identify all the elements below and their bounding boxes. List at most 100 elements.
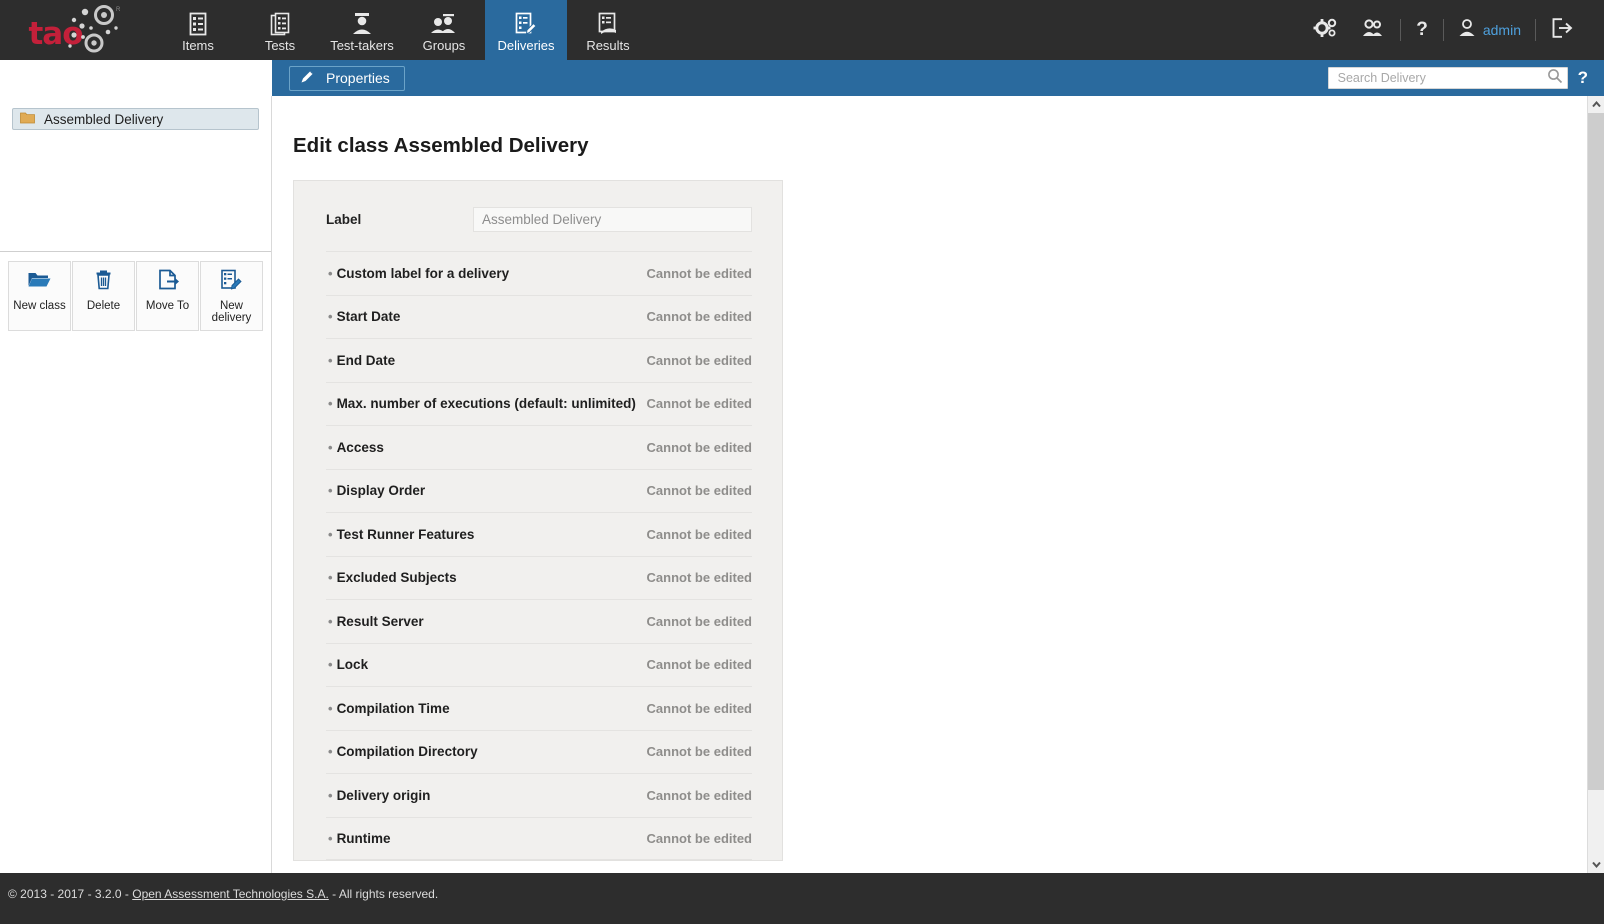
property-row: Max. number of executions (default: unli… — [326, 382, 752, 426]
move-to-button[interactable]: Move To — [136, 261, 199, 331]
property-row: Excluded Subjects Cannot be edited — [326, 556, 752, 600]
resource-tree: Assembled Delivery — [0, 96, 271, 252]
logout-icon — [1551, 18, 1573, 43]
content-area: Edit class Assembled Delivery Label Asse… — [273, 96, 1542, 873]
property-name: Result Server — [326, 614, 424, 629]
menu-item-items[interactable]: Items — [157, 0, 239, 60]
groups-icon — [429, 10, 459, 36]
nav-right-actions: ? admin — [1302, 0, 1604, 60]
property-state: Cannot be edited — [647, 570, 752, 585]
sidebar-panel: Assembled Delivery New class — [0, 96, 272, 873]
nav-divider — [1443, 19, 1444, 41]
menu-item-results[interactable]: Results — [567, 0, 649, 60]
top-navigation-bar: tao R — [0, 0, 1604, 60]
property-row: Compilation Time Cannot be edited — [326, 686, 752, 730]
help-button[interactable]: ? — [1405, 0, 1439, 60]
scroll-down-button[interactable] — [1588, 856, 1604, 873]
property-name: Lock — [326, 657, 368, 672]
menu-item-label: Test-takers — [330, 39, 394, 52]
menu-item-label: Results — [586, 39, 629, 52]
property-state: Cannot be edited — [647, 744, 752, 759]
menu-item-label: Items — [182, 39, 214, 52]
new-class-button[interactable]: New class — [8, 261, 71, 331]
property-name: Excluded Subjects — [326, 570, 457, 585]
property-name: Compilation Directory — [326, 744, 478, 759]
tests-icon — [270, 10, 291, 36]
action-toolbar: Properties ? — [272, 60, 1604, 96]
results-icon — [597, 10, 619, 36]
gear-icon — [1313, 17, 1339, 44]
trash-icon — [93, 269, 114, 295]
content-scrollbar[interactable] — [1587, 96, 1604, 873]
tree-item-assembled-delivery[interactable]: Assembled Delivery — [12, 108, 259, 130]
new-delivery-button[interactable]: New delivery — [200, 261, 263, 331]
chevron-up-icon — [1592, 101, 1601, 108]
new-folder-icon — [27, 269, 52, 295]
tao-logo[interactable]: tao R — [0, 0, 135, 60]
delete-button[interactable]: Delete — [72, 261, 135, 331]
property-name: Start Date — [326, 309, 400, 324]
main-menu: Items Tests — [157, 0, 649, 60]
sidebar-action-buttons: New class Delete — [0, 252, 271, 331]
move-to-icon — [157, 269, 179, 295]
property-row: Test Runner FeaturesCannot be edited — [326, 512, 752, 556]
logo-dots-icon: R — [60, 4, 122, 54]
tree-item-label: Assembled Delivery — [44, 112, 163, 127]
toolbar-help-button[interactable]: ? — [1578, 68, 1588, 88]
test-takers-icon — [349, 10, 375, 36]
search-field[interactable] — [1328, 67, 1568, 89]
user-avatar-icon — [1458, 18, 1476, 43]
logout-button[interactable] — [1540, 0, 1584, 60]
footer-text: © 2013 - 2017 - 3.2.0 - Open Assessment … — [8, 887, 438, 901]
property-state: Cannot be edited — [647, 440, 752, 455]
users-icon — [1361, 17, 1385, 44]
footer-company-link[interactable]: Open Assessment Technologies S.A. — [132, 887, 329, 901]
property-name: Delivery origin — [326, 788, 430, 803]
property-state: Cannot be edited — [647, 309, 752, 324]
property-name: Display Order — [326, 483, 425, 498]
menu-item-groups[interactable]: Groups — [403, 0, 485, 60]
nav-divider — [1400, 19, 1401, 41]
footer: © 2013 - 2017 - 3.2.0 - Open Assessment … — [0, 873, 1604, 924]
menu-item-tests[interactable]: Tests — [239, 0, 321, 60]
search-input[interactable] — [1336, 70, 1547, 86]
property-row: Compilation Directory Cannot be edited — [326, 730, 752, 774]
search-icon[interactable] — [1547, 68, 1563, 89]
toolbar-left-spacer — [0, 60, 272, 96]
property-name: Compilation Time — [326, 701, 450, 716]
menu-item-test-takers[interactable]: Test-takers — [321, 0, 403, 60]
pencil-icon — [300, 69, 315, 87]
property-row: RuntimeCannot be edited — [326, 817, 752, 861]
user-name-label: admin — [1483, 22, 1521, 38]
folder-icon — [20, 111, 35, 127]
scroll-up-button[interactable] — [1588, 96, 1604, 113]
property-row: Custom label for a deliveryCannot be edi… — [326, 251, 752, 295]
properties-button[interactable]: Properties — [289, 66, 405, 91]
property-row: Start Date Cannot be edited — [326, 295, 752, 339]
footer-prefix: © 2013 - 2017 - 3.2.0 - — [8, 887, 132, 901]
settings-button[interactable] — [1302, 0, 1350, 60]
menu-item-deliveries[interactable]: Deliveries — [485, 0, 567, 60]
property-state: Cannot be edited — [647, 483, 752, 498]
svg-text:R: R — [116, 7, 121, 13]
menu-item-label: Deliveries — [497, 39, 554, 52]
property-state: Cannot be edited — [647, 701, 752, 716]
page-title: Edit class Assembled Delivery — [293, 134, 1542, 158]
move-to-label: Move To — [146, 300, 189, 312]
footer-suffix: - All rights reserved. — [329, 887, 438, 901]
new-class-label: New class — [13, 300, 65, 312]
property-state: Cannot be edited — [647, 353, 752, 368]
property-row: Delivery originCannot be edited — [326, 773, 752, 817]
property-name: Access — [326, 440, 384, 455]
label-input[interactable]: Assembled Delivery — [473, 207, 752, 232]
menu-item-label: Groups — [423, 39, 466, 52]
user-management-button[interactable] — [1350, 0, 1396, 60]
label-field-title: Label — [326, 212, 473, 227]
new-delivery-icon — [220, 269, 243, 295]
property-row: Result ServerCannot be edited — [326, 599, 752, 643]
user-menu[interactable]: admin — [1448, 0, 1531, 60]
property-state: Cannot be edited — [647, 657, 752, 672]
scrollbar-thumb[interactable] — [1588, 113, 1604, 790]
property-row: End DateCannot be edited — [326, 338, 752, 382]
property-row: Lock Cannot be edited — [326, 643, 752, 687]
